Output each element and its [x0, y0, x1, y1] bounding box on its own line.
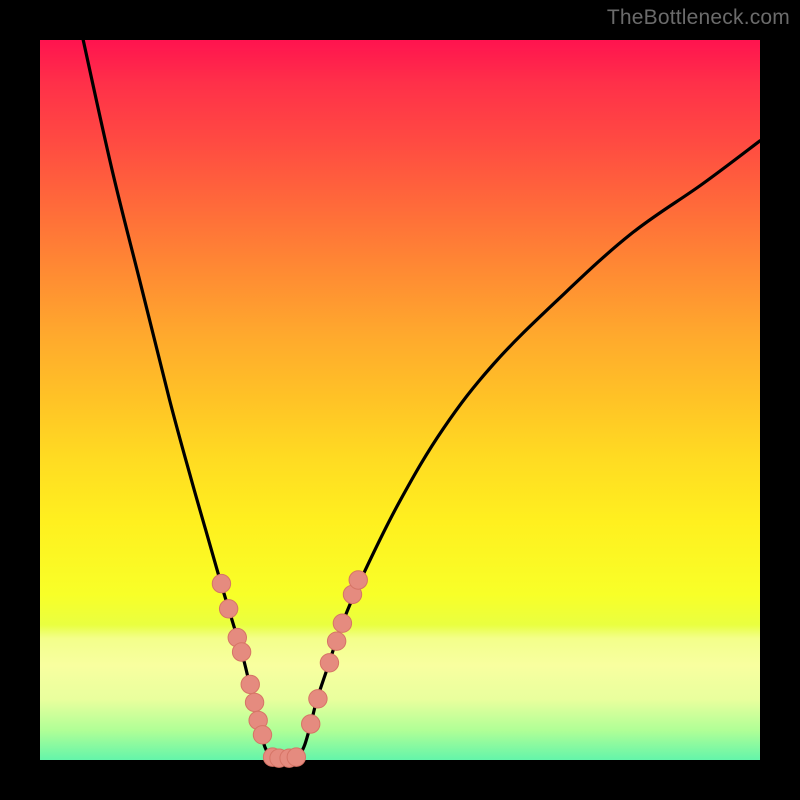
data-dot: [327, 632, 345, 650]
data-dot: [253, 726, 271, 744]
data-dot: [241, 675, 259, 693]
data-dot: [219, 600, 237, 618]
data-dot: [349, 571, 367, 589]
plot-area: [40, 40, 760, 760]
data-dot: [212, 574, 230, 592]
data-dot: [333, 614, 351, 632]
data-dot: [309, 690, 327, 708]
chart-stage: TheBottleneck.com: [0, 0, 800, 800]
curve-layer: [40, 40, 760, 760]
data-dot: [287, 748, 305, 766]
data-dots: [212, 571, 367, 768]
curve-right-branch: [299, 141, 760, 757]
watermark-label: TheBottleneck.com: [607, 6, 790, 30]
data-dot: [245, 693, 263, 711]
data-dot: [302, 715, 320, 733]
data-dot: [320, 654, 338, 672]
data-dot: [232, 643, 250, 661]
